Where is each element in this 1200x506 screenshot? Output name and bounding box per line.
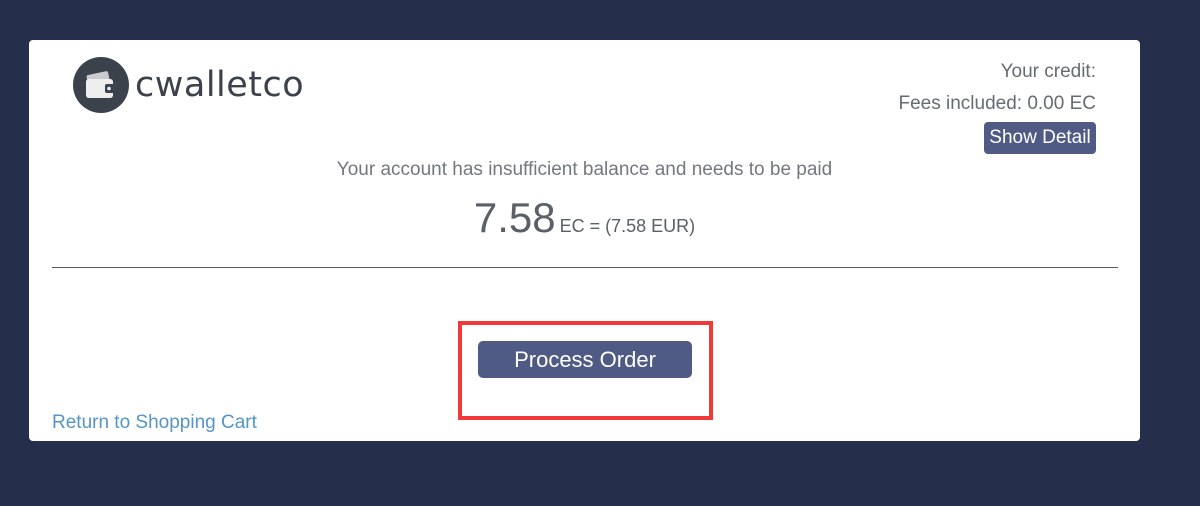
credit-label: Your credit: (1000, 61, 1096, 82)
amount-display: 7.58 EC = (7.58 EUR) (29, 194, 1140, 242)
process-order-button[interactable]: Process Order (478, 341, 692, 378)
return-to-cart-link[interactable]: Return to Shopping Cart (52, 412, 257, 434)
amount-value: 7.58 (473, 194, 556, 241)
fees-included: Fees included: 0.00 EC (898, 93, 1096, 114)
wallet-icon (73, 57, 129, 113)
brand-logo: cwalletco (73, 57, 304, 113)
insufficient-balance-message: Your account has insufficient balance an… (336, 159, 833, 180)
show-detail-button[interactable]: Show Detail (984, 122, 1096, 154)
payment-card: cwalletco Your credit: Fees included: 0.… (29, 40, 1140, 441)
divider (52, 267, 1118, 268)
amount-unit: EC = (7.58 EUR) (559, 216, 696, 236)
credit-info: Your credit: Fees included: 0.00 EC Show… (898, 61, 1096, 154)
brand-name: cwalletco (135, 64, 305, 105)
